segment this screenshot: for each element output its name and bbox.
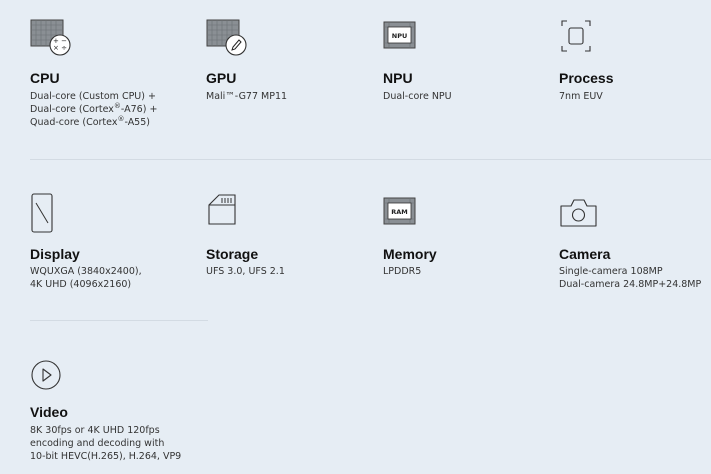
section-divider-2 [30, 320, 208, 321]
camera-title: Camera [559, 246, 611, 262]
process-line-1: 7nm EUV [559, 91, 603, 102]
cpu-line-2: Dual-core (Cortex®-A76) + [30, 101, 158, 115]
display-line-2: 4K UHD (4096x2160) [30, 279, 132, 290]
cpu-line-1: Dual-core (Custom CPU) + [30, 91, 156, 102]
npu-icon-label: NPU [392, 32, 407, 40]
camera-line-1: Single-camera 108MP [559, 266, 663, 277]
video-line-3: 10-bit HEVC(H.265), H.264, VP9 [30, 451, 182, 462]
gpu-title: GPU [206, 70, 237, 86]
display-line-1: WQUXGA (3840x2400), [30, 266, 142, 277]
npu-icon: NPU [383, 21, 416, 49]
camera-icon [560, 199, 597, 227]
memory-title: Memory [383, 246, 437, 262]
process-icon [561, 20, 591, 52]
npu-title: NPU [383, 70, 413, 86]
display-title: Display [30, 246, 80, 262]
npu-desc: Dual-core NPU [383, 90, 452, 103]
svg-text:× ÷: × ÷ [53, 44, 67, 52]
memory-line-1: LPDDR5 [383, 266, 422, 277]
play-icon [31, 360, 61, 390]
gpu-desc: Mali™-G77 MP11 [206, 90, 287, 103]
video-desc: 8K 30fps or 4K UHD 120fps encoding and d… [30, 424, 181, 463]
video-title: Video [30, 404, 68, 420]
gpu-icon [206, 19, 247, 56]
storage-icon [208, 194, 236, 225]
memory-desc: LPDDR5 [383, 265, 421, 278]
display-desc: WQUXGA (3840x2400), 4K UHD (4096x2160) [30, 265, 142, 291]
cpu-line-3: Quad-core (Cortex®-A55) [30, 114, 150, 128]
camera-desc: Single-camera 108MP Dual-camera 24.8MP+2… [559, 265, 701, 291]
memory-icon: RAM [383, 197, 416, 225]
storage-line-1: UFS 3.0, UFS 2.1 [206, 266, 285, 277]
npu-line-1: Dual-core NPU [383, 91, 452, 102]
storage-desc: UFS 3.0, UFS 2.1 [206, 265, 285, 278]
video-line-2: encoding and decoding with [30, 438, 165, 449]
cpu-desc: Dual-core (Custom CPU) + Dual-core (Cort… [30, 90, 157, 129]
camera-line-2: Dual-camera 24.8MP+24.8MP [559, 279, 702, 290]
gpu-line-1: Mali™-G77 MP11 [206, 91, 288, 102]
memory-icon-label: RAM [391, 208, 408, 216]
display-icon [31, 193, 53, 233]
process-title: Process [559, 70, 614, 86]
video-line-1: 8K 30fps or 4K UHD 120fps [30, 425, 160, 436]
section-divider-1 [30, 159, 711, 160]
storage-title: Storage [206, 246, 259, 262]
process-desc: 7nm EUV [559, 90, 603, 103]
cpu-icon: + − × ÷ [30, 19, 71, 56]
cpu-title: CPU [30, 70, 60, 86]
